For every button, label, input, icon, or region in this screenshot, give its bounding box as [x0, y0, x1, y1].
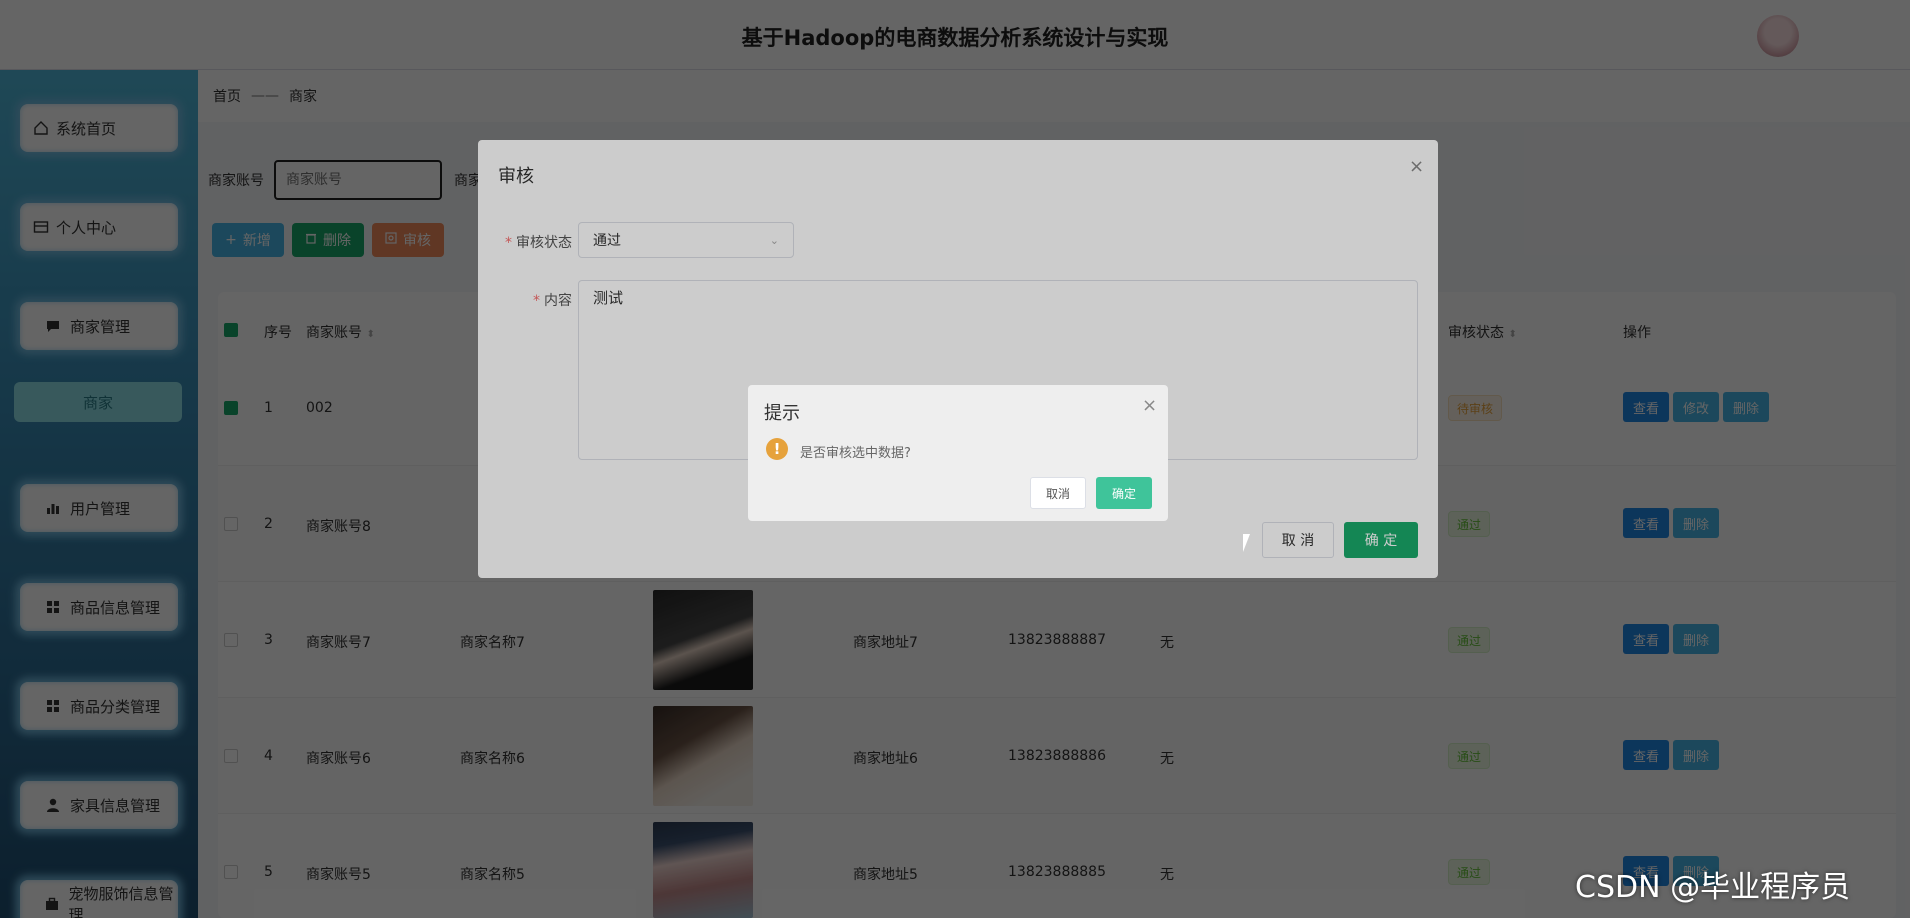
confirm-dialog-title: 提示 [764, 403, 800, 424]
confirm-dialog: 提示 × ! 是否审核选中数据? 取消 确定 [748, 385, 1168, 521]
confirm-message: 是否审核选中数据? [800, 446, 911, 461]
close-icon[interactable]: × [1142, 395, 1157, 416]
warning-icon: ! [766, 438, 788, 460]
watermark: CSDN @毕业程序员 [1575, 870, 1851, 905]
confirm-cancel-button[interactable]: 取消 [1030, 477, 1086, 509]
mouse-cursor [1243, 534, 1250, 552]
confirm-ok-button[interactable]: 确定 [1096, 477, 1152, 509]
